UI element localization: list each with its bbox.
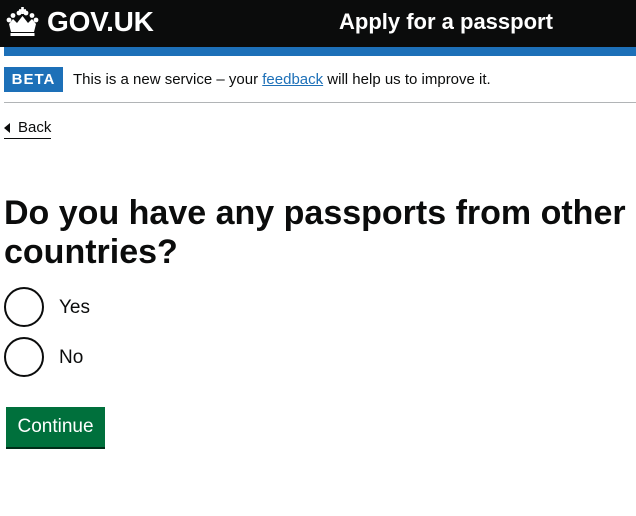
service-name-link[interactable]: Apply for a passport: [339, 9, 553, 35]
phase-text-before: This is a new service – your: [73, 71, 263, 88]
back-link-label: Back: [18, 119, 52, 136]
continue-button[interactable]: Continue: [6, 407, 105, 447]
header-blue-bar: [4, 47, 636, 56]
phase-text-after: will help us to improve it.: [323, 71, 491, 88]
back-link[interactable]: Back: [4, 118, 52, 139]
back-chevron-icon: [4, 123, 10, 133]
feedback-link[interactable]: feedback: [262, 71, 323, 88]
phase-banner-text: This is a new service – your feedback wi…: [73, 70, 491, 89]
beta-tag: BETA: [4, 67, 63, 92]
radio-option-yes[interactable]: Yes: [4, 287, 204, 327]
govuk-header: GOV.UK Apply for a passport: [0, 0, 636, 47]
radio-button-yes[interactable]: [4, 287, 44, 327]
phase-banner: BETA This is a new service – your feedba…: [4, 67, 636, 103]
crown-icon: [6, 7, 39, 36]
logo-text: GOV.UK: [47, 6, 154, 37]
radio-option-no[interactable]: No: [4, 337, 204, 377]
govuk-logo-link[interactable]: GOV.UK: [4, 6, 154, 38]
radio-label-no[interactable]: No: [59, 345, 83, 370]
question-heading: Do you have any passports from other cou…: [4, 194, 626, 271]
radio-label-yes[interactable]: Yes: [59, 295, 90, 320]
radio-button-no[interactable]: [4, 337, 44, 377]
